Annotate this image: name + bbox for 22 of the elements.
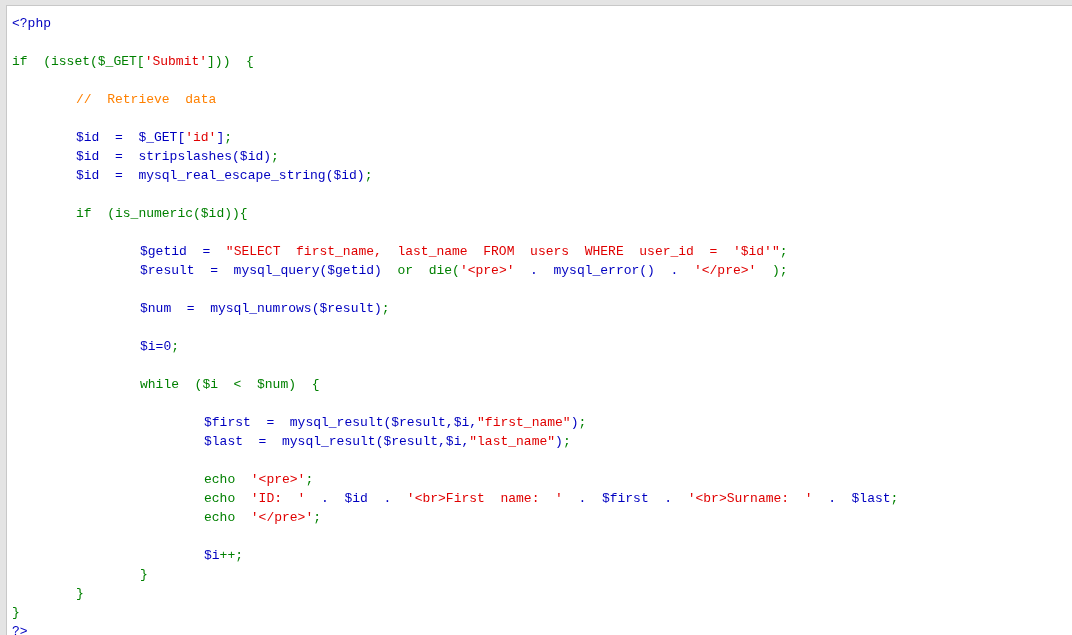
code-line: $id = $_GET['id']; xyxy=(76,129,233,147)
code-line: echo 'ID: ' . $id . '<br>First name: ' . $first . '<br>Surname: ' . $last; xyxy=(204,490,899,508)
code-line: ?> xyxy=(12,623,28,635)
code-line: <?php xyxy=(12,15,51,33)
code-line: // Retrieve data xyxy=(76,91,217,109)
code-line: echo '<pre>'; xyxy=(204,471,314,489)
code-line: $i=0; xyxy=(140,338,180,356)
code-line: if (is_numeric($id)){ xyxy=(76,205,248,223)
code-line: } xyxy=(12,604,20,622)
code-line: $getid = "SELECT first_name, last_name FROM users WHERE user_id = '$id'"; xyxy=(140,243,788,261)
code-line: $num = mysql_numrows($result); xyxy=(140,300,390,318)
code-line: $i++; xyxy=(204,547,243,565)
code-line: $first = mysql_result($result,$i,"first_name"); xyxy=(204,414,587,432)
code-line: if (isset($_GET['Submit'])) { xyxy=(12,53,254,71)
code-line: $id = mysql_real_escape_string($id); xyxy=(76,167,373,185)
code-line: echo '</pre>'; xyxy=(204,509,322,527)
code-line: } xyxy=(76,585,84,603)
code-line: $id = stripslashes($id); xyxy=(76,148,279,166)
code-line: while ($i < $num) { xyxy=(140,376,320,394)
code-line: $last = mysql_result($result,$i,"last_name"); xyxy=(204,433,571,451)
code-line: } xyxy=(140,566,148,584)
code-line: $result = mysql_query($getid) or die('<pre>' . mysql_error() . '</pre>' ); xyxy=(140,262,788,280)
